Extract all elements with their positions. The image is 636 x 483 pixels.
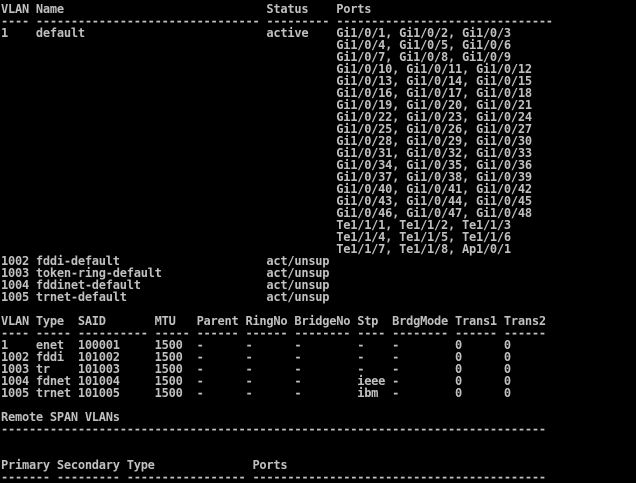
terminal-window[interactable]: VLAN Name Status Ports ---- -------------…	[0, 0, 636, 483]
terminal-line: ------- --------- ----------------- ----…	[1, 470, 546, 483]
terminal-line: 1005 trnet-default act/unsup	[1, 290, 330, 304]
terminal-line: ----------------------------------------…	[1, 422, 546, 436]
terminal-line: 1005 trnet 101005 1500 - - - ibm - 0 0	[1, 386, 511, 400]
